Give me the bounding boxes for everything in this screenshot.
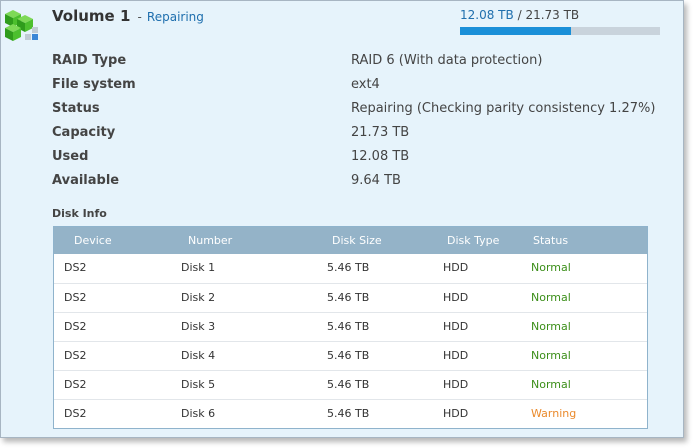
volume-panel: Volume 1 - Repairing 12.08 TB / 21.73 TB… xyxy=(0,0,684,438)
usage-total: 21.73 TB xyxy=(525,8,580,22)
cell-status: Normal xyxy=(531,320,571,333)
table-row[interactable]: DS2 Disk 2 5.46 TB HDD Normal xyxy=(54,283,647,312)
cell-disk-size: 5.46 TB xyxy=(327,378,370,391)
cell-number: Disk 2 xyxy=(181,291,216,304)
column-header-disk-type[interactable]: Disk Type xyxy=(447,227,499,254)
cell-disk-size: 5.46 TB xyxy=(327,349,370,362)
usage-bar xyxy=(460,27,660,35)
detail-value: 9.64 TB xyxy=(351,173,401,188)
cell-device: DS2 xyxy=(64,407,87,420)
cell-number: Disk 5 xyxy=(181,378,216,391)
detail-value: RAID 6 (With data protection) xyxy=(351,53,543,68)
cell-disk-type: HDD xyxy=(443,291,469,304)
cell-disk-type: HDD xyxy=(443,320,469,333)
cell-number: Disk 3 xyxy=(181,320,216,333)
detail-label: Capacity xyxy=(52,125,116,140)
table-row[interactable]: DS2 Disk 3 5.46 TB HDD Normal xyxy=(54,312,647,341)
cell-disk-type: HDD xyxy=(443,261,469,274)
volume-state: Repairing xyxy=(146,10,204,24)
column-header-status[interactable]: Status xyxy=(533,227,568,254)
usage-used: 12.08 TB xyxy=(460,8,514,22)
detail-label: Status xyxy=(52,101,100,116)
volume-title: Volume 1 xyxy=(52,7,131,25)
cell-status: Normal xyxy=(531,378,571,391)
cell-disk-size: 5.46 TB xyxy=(327,261,370,274)
usage-slash: / xyxy=(517,8,522,22)
cell-disk-type: HDD xyxy=(443,407,469,420)
detail-status-value[interactable]: Repairing (Checking parity consistency 1… xyxy=(351,101,655,116)
cell-device: DS2 xyxy=(64,349,87,362)
column-header-number[interactable]: Number xyxy=(188,227,232,254)
table-row[interactable]: DS2 Disk 5 5.46 TB HDD Normal xyxy=(54,370,647,399)
table-header: Device Number Disk Size Disk Type Status xyxy=(54,227,647,254)
cell-number: Disk 6 xyxy=(181,407,216,420)
disk-table: Device Number Disk Size Disk Type Status… xyxy=(53,226,648,429)
cell-status: Warning xyxy=(531,407,577,420)
disk-info-heading: Disk Info xyxy=(52,207,107,220)
volume-header: Volume 1 - Repairing xyxy=(52,6,204,25)
table-body: DS2 Disk 1 5.46 TB HDD Normal DS2 Disk 2 5.46 T… xyxy=(54,254,647,428)
cell-device: DS2 xyxy=(64,291,87,304)
cell-device: DS2 xyxy=(64,261,87,274)
table-row[interactable]: DS2 Disk 4 5.46 TB HDD Normal xyxy=(54,341,647,370)
volume-cubes-icon xyxy=(5,10,38,41)
cell-disk-type: HDD xyxy=(443,378,469,391)
detail-label: RAID Type xyxy=(52,53,127,68)
cell-status: Normal xyxy=(531,261,571,274)
cell-disk-size: 5.46 TB xyxy=(327,291,370,304)
cell-device: DS2 xyxy=(64,320,87,333)
table-row[interactable]: DS2 Disk 6 5.46 TB HDD Warning xyxy=(54,399,647,428)
cell-number: Disk 1 xyxy=(181,261,216,274)
detail-value: 21.73 TB xyxy=(351,125,410,140)
detail-label: Used xyxy=(52,149,89,164)
cell-disk-size: 5.46 TB xyxy=(327,407,370,420)
detail-label: Available xyxy=(52,173,120,188)
column-header-device[interactable]: Device xyxy=(74,227,112,254)
cell-device: DS2 xyxy=(64,378,87,391)
cell-disk-size: 5.46 TB xyxy=(327,320,370,333)
usage-readout: 12.08 TB / 21.73 TB xyxy=(460,8,660,22)
cell-status: Normal xyxy=(531,291,571,304)
detail-label: File system xyxy=(52,77,136,92)
cell-status: Normal xyxy=(531,349,571,362)
cell-number: Disk 4 xyxy=(181,349,216,362)
title-separator: - xyxy=(137,10,142,24)
detail-value: 12.08 TB xyxy=(351,149,410,164)
usage-bar-fill xyxy=(460,27,572,35)
detail-value: ext4 xyxy=(351,77,380,92)
column-header-disk-size[interactable]: Disk Size xyxy=(332,227,382,254)
cell-disk-type: HDD xyxy=(443,349,469,362)
table-row[interactable]: DS2 Disk 1 5.46 TB HDD Normal xyxy=(54,254,647,283)
